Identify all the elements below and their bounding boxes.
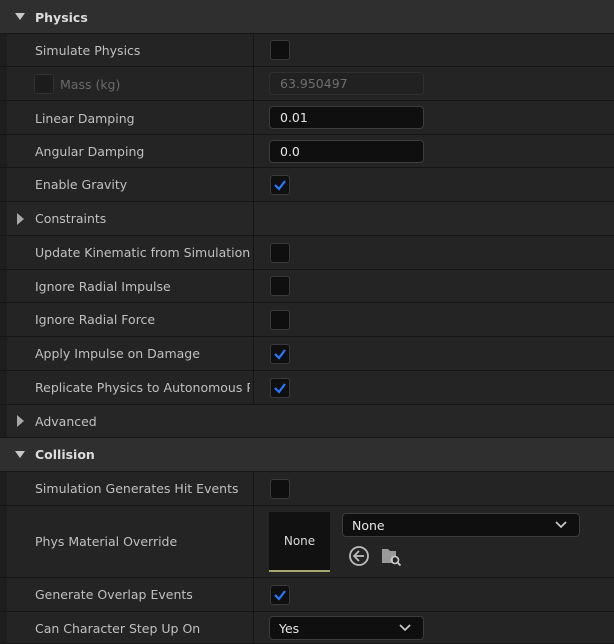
property-label: Enable Gravity [35,177,128,192]
property-label: Simulation Generates Hit Events [35,481,239,496]
sim-hit-events-checkbox[interactable] [270,479,290,499]
replicate-physics-checkbox[interactable] [270,378,290,398]
row-update-kinematic: Update Kinematic from Simulation [0,236,614,270]
section-collision[interactable]: Collision [0,438,614,472]
arrow-left-circle-icon[interactable] [348,545,370,567]
checkmark-icon [274,590,286,601]
row-generate-overlap-events: Generate Overlap Events [0,578,614,612]
checkmark-icon [274,383,286,394]
browse-folder-icon[interactable] [380,545,402,567]
column-splitter[interactable] [253,135,254,167]
column-splitter[interactable] [253,337,254,370]
column-splitter[interactable] [253,578,254,611]
apply-impulse-on-damage-checkbox[interactable] [270,344,290,364]
column-splitter[interactable] [253,472,254,505]
ignore-radial-force-checkbox[interactable] [270,310,290,330]
triangle-right-icon [17,415,24,427]
column-splitter[interactable] [253,612,254,643]
triangle-right-icon [17,213,24,225]
enable-gravity-checkbox[interactable] [270,175,290,195]
group-label: Advanced [35,414,97,429]
property-label: Can Character Step Up On [35,621,201,636]
triangle-down-icon [15,451,25,458]
asset-thumbnail[interactable]: None [269,512,330,572]
row-linear-damping: Linear Damping 0.01 [0,101,614,135]
ignore-radial-impulse-checkbox[interactable] [270,276,290,296]
property-label: Phys Material Override [35,534,178,549]
chevron-down-icon [399,624,411,632]
column-splitter[interactable] [253,236,254,269]
property-label: Simulate Physics [35,43,141,58]
property-label: Apply Impulse on Damage [35,346,200,361]
checkmark-icon [274,180,286,191]
property-label: Replicate Physics to Autonomous Pr... [35,380,250,395]
group-constraints[interactable]: Constraints [0,202,614,236]
row-enable-gravity: Enable Gravity [0,168,614,202]
section-title: Physics [35,10,88,25]
phys-material-dropdown[interactable]: None [342,513,580,537]
row-ignore-radial-impulse: Ignore Radial Impulse [0,270,614,303]
property-label: Mass (kg) [60,77,121,92]
row-step-up-on: Can Character Step Up On Yes [0,612,614,644]
property-label: Linear Damping [35,111,135,126]
column-splitter[interactable] [253,303,254,336]
details-panel: Physics Simulate Physics Mass (kg) 63.95… [0,0,614,644]
chevron-down-icon [555,521,567,529]
dropdown-value: Yes [279,621,300,636]
row-ignore-radial-force: Ignore Radial Force [0,303,614,337]
step-up-on-dropdown[interactable]: Yes [269,616,424,640]
triangle-down-icon [15,13,25,20]
checkmark-icon [274,349,286,360]
section-physics[interactable]: Physics [0,0,614,34]
row-sim-hit-events: Simulation Generates Hit Events [0,472,614,506]
row-mass: Mass (kg) 63.950497 [0,67,614,101]
row-apply-impulse-on-damage: Apply Impulse on Damage [0,337,614,371]
property-label: Generate Overlap Events [35,587,193,602]
column-splitter[interactable] [253,67,254,100]
group-label: Constraints [35,211,107,226]
column-splitter[interactable] [253,101,254,134]
group-advanced[interactable]: Advanced [0,405,614,438]
row-replicate-physics: Replicate Physics to Autonomous Pr... [0,371,614,405]
angular-damping-field[interactable]: 0.0 [269,140,424,163]
mass-field: 63.950497 [269,72,424,95]
property-label: Ignore Radial Impulse [35,279,171,294]
row-simulate-physics: Simulate Physics [0,34,614,67]
column-splitter[interactable] [253,168,254,201]
column-splitter[interactable] [253,371,254,404]
generate-overlap-events-checkbox[interactable] [270,585,290,605]
section-title: Collision [35,447,95,462]
row-angular-damping: Angular Damping 0.0 [0,135,614,168]
simulate-physics-checkbox[interactable] [270,40,290,60]
update-kinematic-checkbox[interactable] [270,243,290,263]
column-splitter[interactable] [253,270,254,302]
property-label: Angular Damping [35,144,145,159]
mass-override-checkbox[interactable] [34,74,54,94]
dropdown-value: None [352,518,385,533]
column-splitter[interactable] [253,34,254,66]
property-label: Ignore Radial Force [35,312,156,327]
column-splitter[interactable] [253,506,254,577]
property-label: Update Kinematic from Simulation [35,245,251,260]
linear-damping-field[interactable]: 0.01 [269,106,424,129]
